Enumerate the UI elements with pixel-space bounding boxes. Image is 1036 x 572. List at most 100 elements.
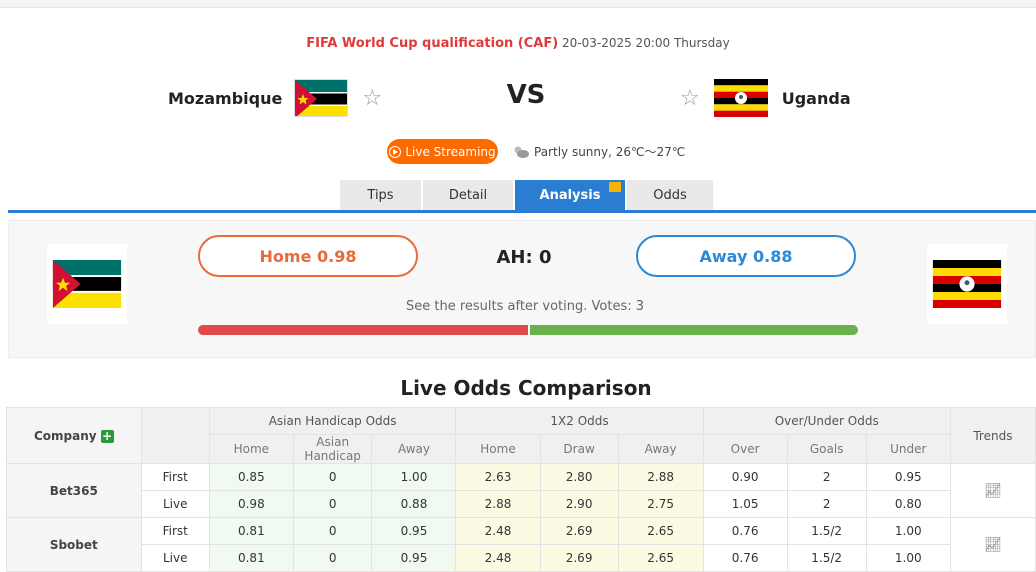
odds-cell: 2 [786, 490, 867, 518]
odds-cell: 2.80 [539, 463, 619, 491]
odds-cell: 0 [292, 490, 373, 518]
tab-odds[interactable]: Odds [627, 180, 713, 210]
weather-text: Partly sunny, 26℃～27℃ [534, 145, 686, 159]
subheader-ou-under: Under [865, 434, 951, 464]
over-under-header: Over/Under Odds [702, 407, 951, 435]
tab-detail[interactable]: Detail [423, 180, 513, 210]
odds-cell: 2.65 [617, 544, 704, 572]
vote-bar-away [530, 325, 858, 335]
odds-cell: 0.80 [865, 490, 951, 518]
away-team-name[interactable]: Uganda [782, 89, 851, 108]
odds-cell: 1.05 [702, 490, 788, 518]
home-favorite-star-icon[interactable]: ☆ [362, 86, 382, 111]
weather-info: Partly sunny, 26℃～27℃ [512, 143, 685, 160]
odds-cell: 0.76 [702, 517, 788, 545]
odds-cell: 0.81 [208, 517, 294, 545]
1x2-header: 1X2 Odds [455, 407, 704, 435]
company-bet365[interactable]: Bet365 [6, 463, 142, 518]
asian-handicap-header: Asian Handicap Odds [208, 407, 457, 435]
subheader-1x2-draw: Draw [539, 434, 619, 464]
company-sbobet[interactable]: Sbobet [6, 517, 142, 572]
subheader-1x2-away: Away [617, 434, 704, 464]
odds-cell: 1.5/2 [786, 544, 867, 572]
vote-bar-home [198, 325, 528, 335]
gift-icon [609, 182, 621, 192]
odds-cell: 2.90 [539, 490, 619, 518]
tab-underline [8, 210, 1036, 213]
top-bar [0, 0, 1036, 8]
odds-cell: 1.00 [865, 517, 951, 545]
asian-handicap-label: AH: 0 [496, 247, 552, 268]
tab-tips[interactable]: Tips [340, 180, 421, 210]
odds-cell: 0.85 [208, 463, 294, 491]
odds-cell: 2.63 [455, 463, 541, 491]
vote-panel: Home 0.98 AH: 0 Away 0.88 See the result… [8, 220, 1036, 358]
vote-results-text: See the results after voting. Votes: 3 [405, 299, 645, 314]
trend-chart-icon[interactable]: 📈︎ [984, 537, 1002, 553]
vote-bar [198, 325, 858, 335]
odds-cell: 0 [292, 463, 373, 491]
trend-cell[interactable]: 📈︎ [949, 517, 1036, 572]
subheader-ah-home: Home [208, 434, 294, 464]
subheader-ah-away: Away [371, 434, 457, 464]
odds-cell: 0 [292, 544, 373, 572]
cloud-sun-icon [514, 146, 529, 158]
odds-cell: 0 [292, 517, 373, 545]
live-streaming-button[interactable]: Live Streaming [387, 139, 498, 164]
vote-away-button[interactable]: Away 0.88 [636, 235, 856, 277]
vs-label: VS [506, 80, 546, 110]
mozambique-flag [294, 79, 349, 117]
row-label: First [140, 463, 210, 491]
table-row: Live 0.98 0 0.88 2.88 2.90 2.75 1.05 2 0… [7, 490, 1036, 518]
odds-cell: 0.81 [208, 544, 294, 572]
league-name[interactable]: FIFA World Cup qualification (CAF) [306, 36, 558, 51]
away-favorite-star-icon[interactable]: ☆ [680, 86, 700, 111]
trend-chart-icon[interactable]: 📈︎ [984, 483, 1002, 499]
mozambique-flag-large [52, 260, 122, 308]
table-row: Sbobet First 0.81 0 0.95 2.48 2.69 2.65 … [6, 517, 1036, 572]
trends-header: Trends [949, 407, 1036, 464]
subheader-ah-handicap: Asian Handicap [292, 434, 373, 464]
subheader-ou-over: Over [702, 434, 788, 464]
row-label: First [140, 517, 210, 545]
subheader-1x2-home: Home [455, 434, 541, 464]
tab-analysis[interactable]: Analysis [515, 180, 625, 210]
odds-table: Company + Asian Handicap Odds 1X2 Odds Ov… [6, 407, 1036, 572]
odds-cell: 2.48 [455, 517, 541, 545]
uganda-flag [713, 79, 768, 117]
home-team-name[interactable]: Mozambique [168, 89, 282, 108]
odds-cell: 0.95 [371, 517, 457, 545]
match-tabs: Tips Detail Analysis Odds [340, 180, 715, 210]
odds-cell: 2.88 [455, 490, 541, 518]
company-header-label: Company [34, 428, 97, 443]
odds-cell: 2.88 [617, 463, 704, 491]
odds-cell: 2.75 [617, 490, 704, 518]
trend-cell[interactable]: 📈︎ [949, 463, 1036, 518]
odds-cell: 1.00 [865, 544, 951, 572]
row-label: Live [140, 544, 210, 572]
tab-analysis-label: Analysis [539, 187, 601, 203]
odds-cell: 0.98 [208, 490, 294, 518]
plus-icon[interactable]: + [100, 429, 114, 443]
vote-home-button[interactable]: Home 0.98 [198, 235, 418, 277]
odds-section-title: Live Odds Comparison [400, 376, 652, 400]
odds-cell: 2.69 [539, 544, 619, 572]
away-team: ☆ Uganda [680, 78, 851, 118]
play-icon [389, 145, 402, 158]
odds-cell: 1.00 [371, 463, 457, 491]
away-vote-flag [927, 244, 1007, 324]
odds-cell: 0.95 [865, 463, 951, 491]
odds-cell: 2.48 [455, 544, 541, 572]
home-team: Mozambique ☆ [168, 78, 382, 118]
live-streaming-label: Live Streaming [405, 144, 496, 159]
match-info: FIFA World Cup qualification (CAF) 20-03… [0, 36, 1036, 51]
table-row: Live 0.81 0 0.95 2.48 2.69 2.65 0.76 1.5… [7, 544, 1036, 572]
odds-cell: 1.5/2 [786, 517, 867, 545]
table-row: Bet365 First 0.85 0 1.00 2.63 2.80 2.88 … [6, 463, 1036, 518]
odds-cell: 0.95 [371, 544, 457, 572]
odds-cell: 2.69 [539, 517, 619, 545]
odds-cell: 0.90 [702, 463, 788, 491]
company-header: Company + [6, 407, 142, 464]
odds-cell: 2.65 [617, 517, 704, 545]
odds-cell: 0.76 [702, 544, 788, 572]
